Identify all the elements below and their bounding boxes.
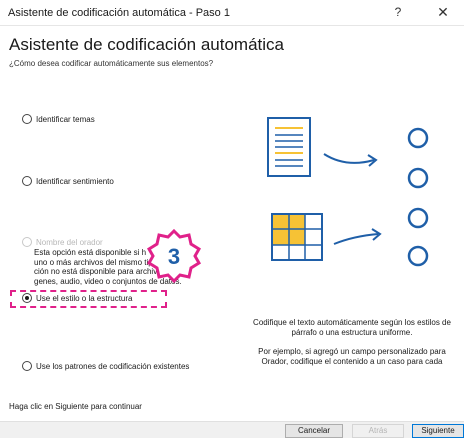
back-button: Atrás (352, 424, 404, 438)
close-button[interactable]: ✕ (432, 4, 454, 22)
option-label: Identificar temas (36, 114, 95, 124)
option-label: Identificar sentimiento (36, 176, 114, 186)
title-bar: Asistente de codificación automática - P… (0, 0, 464, 26)
speaker-option-description: Esta opción está disponible si h uno o m… (34, 248, 242, 286)
step-number: 3 (168, 244, 180, 269)
radio-button-icon[interactable] (22, 176, 32, 186)
radio-button-icon[interactable] (22, 114, 32, 124)
help-button[interactable]: ? (388, 5, 408, 21)
cancel-button[interactable]: Cancelar (285, 424, 343, 438)
page-question: ¿Cómo desea codificar automáticamente su… (9, 59, 214, 68)
illustration (267, 117, 429, 267)
right-description-2: Por ejemplo, si agregó un campo personal… (258, 347, 446, 366)
right-description-1: Codifique el texto automáticamente según… (253, 318, 451, 337)
option-speaker-name: Nombre del orador (22, 237, 103, 247)
page-title: Asistente de codificación automática (9, 35, 284, 54)
circle-node-icon (407, 167, 429, 189)
radio-button-icon (22, 237, 32, 247)
description-line: Esta opción está disponible si h (34, 248, 147, 257)
document-icon (267, 117, 311, 177)
table-icon (271, 213, 323, 261)
circle-node-icon (407, 127, 429, 149)
circle-node-icon (407, 207, 429, 229)
arrow-right-icon (333, 233, 379, 245)
option-label: Nombre del orador (36, 237, 103, 247)
option-label: Use los patrones de codificación existen… (36, 361, 190, 371)
window-title: Asistente de codificación automática - P… (8, 7, 230, 19)
circle-node-icon (407, 245, 429, 267)
arrow-right-icon (323, 153, 375, 164)
radio-button-icon[interactable] (22, 361, 32, 371)
footer-hint: Haga clic en Siguiente para continuar (9, 402, 142, 411)
step-badge: 3 (146, 228, 202, 284)
option-existing-patterns[interactable]: Use los patrones de codificación existen… (22, 361, 189, 371)
next-button[interactable]: Siguiente (412, 424, 464, 438)
option-identify-themes[interactable]: Identificar temas (22, 114, 95, 124)
highlight-annotation (10, 290, 167, 308)
option-identify-sentiment[interactable]: Identificar sentimiento (22, 176, 114, 186)
